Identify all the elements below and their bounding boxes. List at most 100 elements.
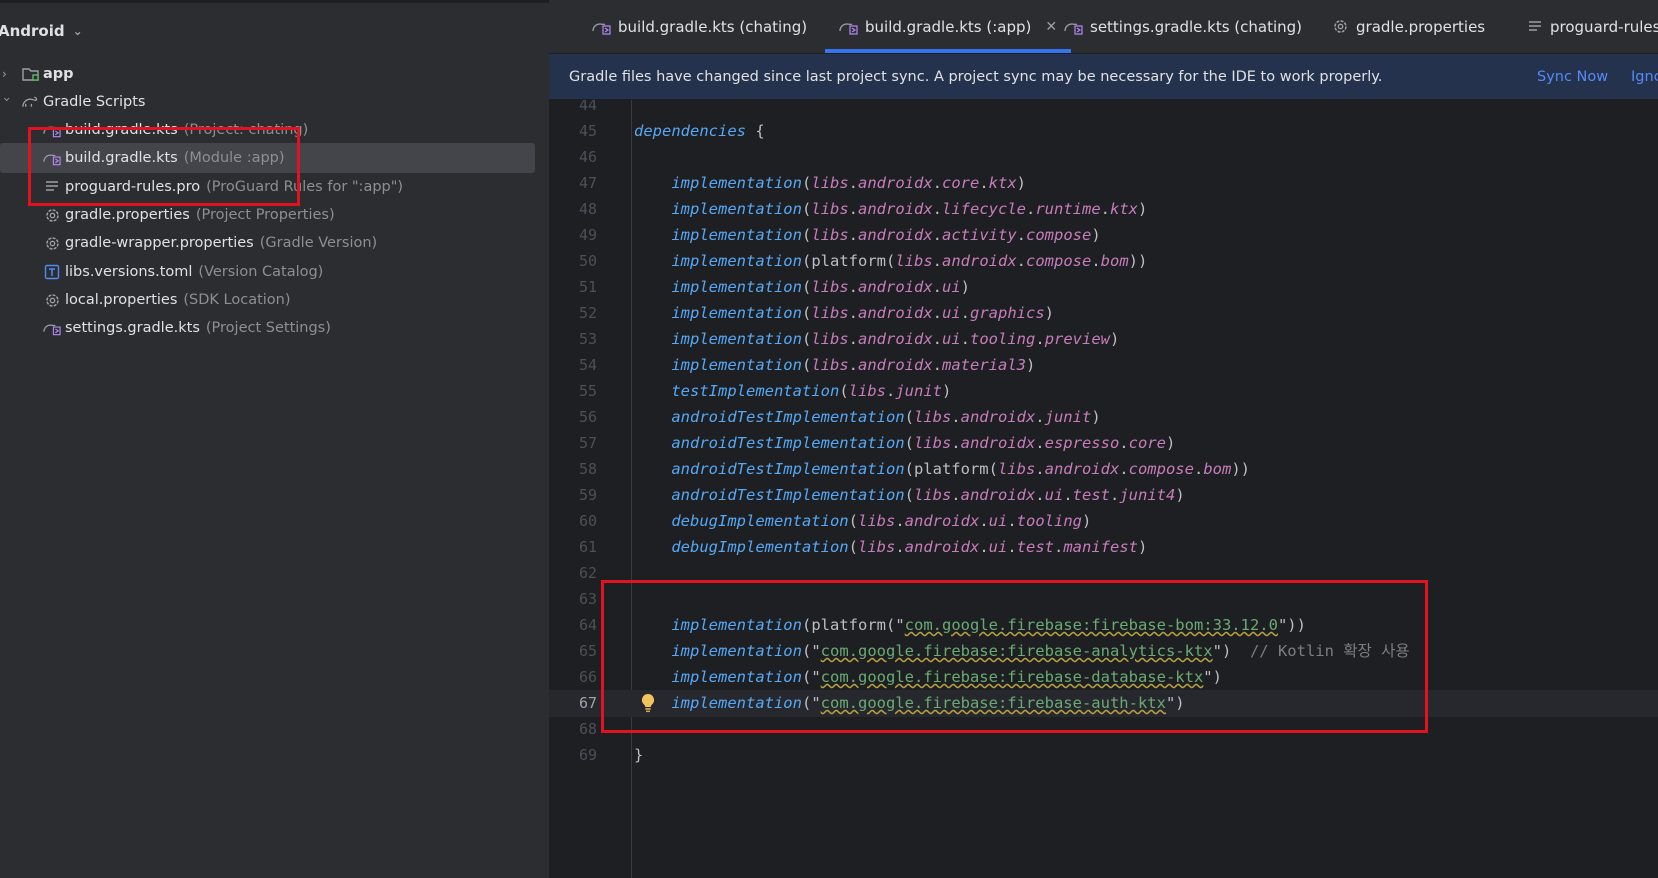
code-line[interactable]: 55 testImplementation(libs.junit) — [549, 378, 1658, 405]
tree-item-hint: (SDK Location) — [183, 292, 291, 308]
project-panel: Android ⌄ › app › Gradle Scripts build.g… — [0, 0, 549, 878]
code-text: implementation(libs.androidx.ui.graphics… — [671, 304, 1055, 322]
code-line[interactable]: 52 implementation(libs.androidx.ui.graph… — [549, 300, 1658, 327]
module-folder-icon — [22, 65, 40, 83]
code-line[interactable]: 50 implementation(platform(libs.androidx… — [549, 248, 1658, 275]
code-line[interactable]: 59 androidTestImplementation(libs.androi… — [549, 482, 1658, 509]
code-text: implementation(libs.androidx.ui) — [671, 278, 971, 296]
tab-proguard-rules[interactable]: proguard-rules.p — [1527, 0, 1658, 53]
code-text: androidTestImplementation(libs.androidx.… — [671, 408, 1101, 426]
line-number: 59 — [578, 486, 597, 504]
tree-item-label: Gradle Scripts — [43, 94, 146, 110]
editor-tab-bar: build.gradle.kts (chating) build.gradle.… — [549, 0, 1658, 54]
tree-item-settings-gradle[interactable]: settings.gradle.kts (Project Settings) — [0, 313, 549, 343]
gradle-kts-icon — [1064, 19, 1083, 35]
code-text: dependencies { — [634, 122, 765, 140]
tree-item-label: libs.versions.toml — [65, 264, 193, 280]
gear-icon — [43, 291, 61, 309]
line-number: 69 — [578, 746, 597, 764]
tree-item-gradle-scripts[interactable]: › Gradle Scripts — [0, 87, 549, 117]
line-number: 57 — [578, 434, 597, 452]
code-text: implementation(libs.androidx.ui.tooling.… — [671, 330, 1120, 348]
code-line[interactable]: 46 — [549, 144, 1658, 171]
tree-item-label: gradle.properties — [65, 207, 190, 223]
divider — [0, 0, 549, 3]
sync-now-link[interactable]: Sync Now — [1537, 69, 1608, 85]
tree-item-label: local.properties — [65, 292, 178, 308]
line-number: 58 — [578, 460, 597, 478]
code-line[interactable]: 56 androidTestImplementation(libs.androi… — [549, 404, 1658, 431]
code-line[interactable]: 61 debugImplementation(libs.androidx.ui.… — [549, 534, 1658, 561]
gear-icon — [43, 234, 61, 252]
code-editor[interactable]: 44 45 dependencies { 46 47 implementation(li… — [549, 100, 1658, 878]
code-text: implementation(libs.androidx.core.ktx) — [671, 174, 1027, 192]
tab-label: settings.gradle.kts (chating) — [1090, 17, 1303, 36]
code-text: testImplementation(libs.junit) — [671, 382, 952, 400]
line-number: 66 — [578, 668, 597, 686]
chevron-right-icon[interactable]: › — [2, 67, 12, 81]
tree-item-app[interactable]: › app — [0, 59, 549, 89]
tab-label: gradle.properties — [1356, 17, 1486, 36]
code-text: androidTestImplementation(libs.androidx.… — [671, 434, 1176, 452]
line-number: 56 — [578, 408, 597, 426]
tree-item-libs-versions-toml[interactable]: libs.versions.toml (Version Catalog) — [0, 257, 549, 287]
tree-item-label: app — [43, 66, 74, 82]
line-number: 62 — [578, 564, 597, 582]
line-number: 63 — [578, 590, 597, 608]
code-line[interactable]: 48 implementation(libs.androidx.lifecycl… — [549, 196, 1658, 223]
line-number: 48 — [578, 200, 597, 218]
banner-message: Gradle files have changed since last pro… — [569, 68, 1383, 85]
tree-item-hint: (Version Catalog) — [198, 264, 324, 280]
code-text: androidTestImplementation(libs.androidx.… — [671, 486, 1185, 504]
code-line[interactable]: 51 implementation(libs.androidx.ui) — [549, 274, 1658, 301]
code-line[interactable]: 58 androidTestImplementation(platform(li… — [549, 456, 1658, 483]
tab-label: build.gradle.kts (:app) — [865, 17, 1032, 36]
line-number: 65 — [578, 642, 597, 660]
code-text: implementation(platform(libs.androidx.co… — [671, 252, 1148, 270]
close-icon[interactable]: ✕ — [1045, 19, 1057, 35]
line-number: 46 — [578, 148, 597, 166]
toml-icon — [43, 263, 61, 281]
project-view-label: Android — [0, 22, 65, 40]
code-line[interactable]: 47 implementation(libs.androidx.core.ktx… — [549, 170, 1658, 197]
line-number: 51 — [578, 278, 597, 296]
code-line[interactable]: 44 — [549, 100, 1658, 119]
tab-label: proguard-rules.p — [1550, 17, 1658, 36]
code-line[interactable]: 60 debugImplementation(libs.androidx.ui.… — [549, 508, 1658, 535]
highlight-box — [28, 127, 300, 206]
tab-build-gradle-app[interactable]: build.gradle.kts (:app) ✕ — [825, 0, 1072, 53]
code-line[interactable]: 49 implementation(libs.androidx.activity… — [549, 222, 1658, 249]
gradle-kts-icon — [839, 19, 858, 35]
gear-icon — [43, 206, 61, 224]
tab-label: build.gradle.kts (chating) — [618, 17, 808, 36]
code-line[interactable]: 53 implementation(libs.androidx.ui.tooli… — [549, 326, 1658, 353]
line-number: 45 — [578, 122, 597, 140]
line-number: 55 — [578, 382, 597, 400]
tab-gradle-properties[interactable]: gradle.properties — [1332, 0, 1485, 53]
highlight-box — [601, 580, 1428, 733]
tab-settings-gradle-chating[interactable]: settings.gradle.kts (chating) — [1064, 0, 1302, 53]
line-number: 60 — [578, 512, 597, 530]
code-line[interactable]: 57 androidTestImplementation(libs.androi… — [549, 430, 1658, 457]
code-text: implementation(libs.androidx.material3) — [671, 356, 1036, 374]
ignore-link[interactable]: Ignc — [1631, 69, 1658, 85]
tree-item-gradle-wrapper-properties[interactable]: gradle-wrapper.properties (Gradle Versio… — [0, 228, 549, 258]
code-line[interactable]: 54 implementation(libs.androidx.material… — [549, 352, 1658, 379]
line-number: 67 — [578, 694, 597, 712]
line-number: 54 — [578, 356, 597, 374]
line-number: 47 — [578, 174, 597, 192]
code-line[interactable]: 69} — [549, 742, 1658, 769]
line-number: 50 — [578, 252, 597, 270]
gradle-icon — [21, 93, 39, 111]
line-number: 61 — [578, 538, 597, 556]
project-view-selector[interactable]: Android ⌄ — [0, 20, 83, 42]
code-text: debugImplementation(libs.androidx.ui.tes… — [671, 538, 1148, 556]
gradle-sync-banner: Gradle files have changed since last pro… — [549, 54, 1658, 100]
code-line[interactable]: 45 dependencies { — [549, 118, 1658, 145]
tree-item-hint: (Gradle Version) — [259, 235, 378, 251]
tree-item-local-properties[interactable]: local.properties (SDK Location) — [0, 285, 549, 315]
tab-build-gradle-chating[interactable]: build.gradle.kts (chating) — [592, 0, 807, 53]
gradle-kts-icon — [592, 19, 611, 35]
code-text: implementation(libs.androidx.lifecycle.r… — [671, 200, 1148, 218]
chevron-down-icon[interactable]: › — [0, 97, 14, 107]
